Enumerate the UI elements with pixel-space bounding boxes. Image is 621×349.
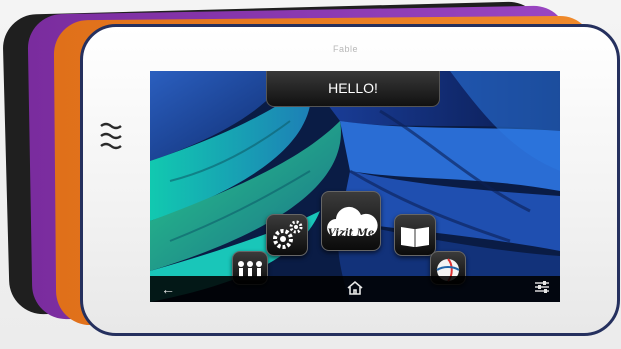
settings-sliders-icon[interactable] [532,280,552,298]
back-arrow-icon[interactable]: ← [158,280,178,298]
brand-label: Fable [333,44,359,54]
book-app-button[interactable] [394,214,436,256]
hello-banner: HELLO! [266,71,440,107]
product-photo: Fable HELLO! Vizit Me ← [0,0,621,349]
settings-app-button[interactable] [266,214,308,256]
vizit-me-label: Vizit Me [327,228,375,239]
vizit-me-app-button[interactable]: Vizit Me [321,191,381,251]
book-icon [401,227,429,247]
system-nav-bar: ← [150,276,560,302]
tablet-screen: HELLO! Vizit Me ← [150,71,560,302]
gears-icon [273,220,303,249]
home-icon[interactable] [345,280,365,298]
speaker-grille-icon [100,122,122,150]
cloud-icon [327,206,378,236]
